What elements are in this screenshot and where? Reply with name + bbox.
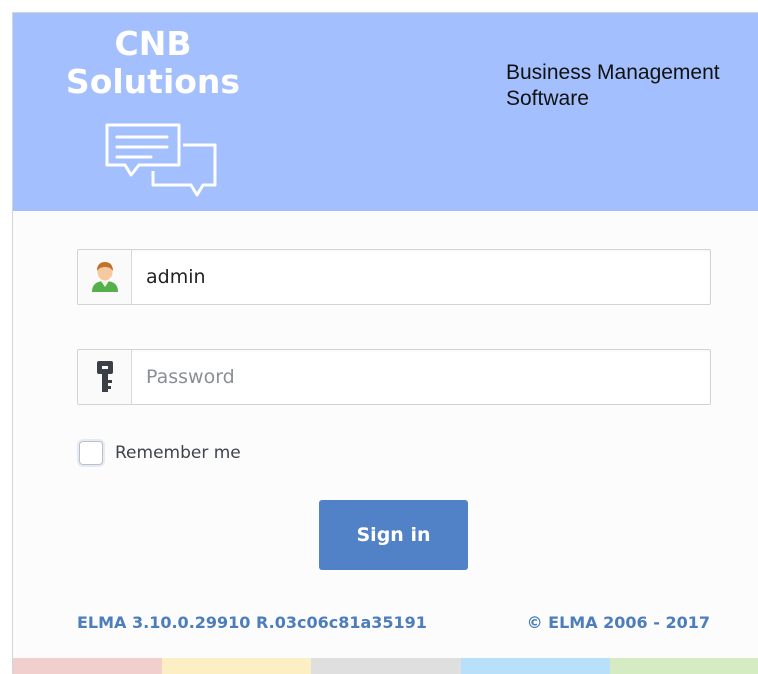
username-input[interactable]: [133, 250, 710, 304]
sign-in-button[interactable]: Sign in: [319, 500, 468, 570]
color-stripe: [13, 658, 758, 674]
stripe-segment-2: [162, 658, 312, 674]
key-icon: [78, 350, 132, 404]
username-field: [77, 249, 711, 305]
remember-me-label[interactable]: Remember me: [115, 443, 241, 463]
stripe-segment-4: [460, 658, 610, 674]
version-link[interactable]: ELMA 3.10.0.29910 R.03c06c81a35191: [77, 613, 427, 632]
password-input[interactable]: [133, 350, 710, 404]
product-tagline: Business Management Software: [506, 60, 746, 112]
login-window: CNB Solutions Business Management Softwa…: [12, 12, 758, 674]
stripe-segment-1: [13, 658, 163, 674]
password-field: [77, 349, 711, 405]
remember-me-checkbox[interactable]: [79, 441, 103, 465]
header-banner: CNB Solutions Business Management Softwa…: [13, 13, 758, 211]
company-logo: CNB Solutions: [53, 25, 253, 101]
stripe-segment-3: [311, 658, 461, 674]
logo-line-1: CNB: [114, 24, 192, 63]
remember-me: Remember me: [79, 440, 241, 466]
user-avatar-icon-graphic: [91, 262, 118, 292]
logo-line-2: Solutions: [65, 62, 241, 101]
chat-bubbles-icon: [105, 123, 217, 197]
stripe-segment-5: [609, 658, 758, 674]
tagline-line-2: Software: [506, 87, 589, 110]
user-avatar-icon: [78, 250, 132, 304]
copyright-link[interactable]: © ELMA 2006 - 2017: [527, 613, 710, 632]
tagline-line-1: Business Management: [506, 61, 720, 84]
key-icon-graphic: [96, 361, 113, 392]
